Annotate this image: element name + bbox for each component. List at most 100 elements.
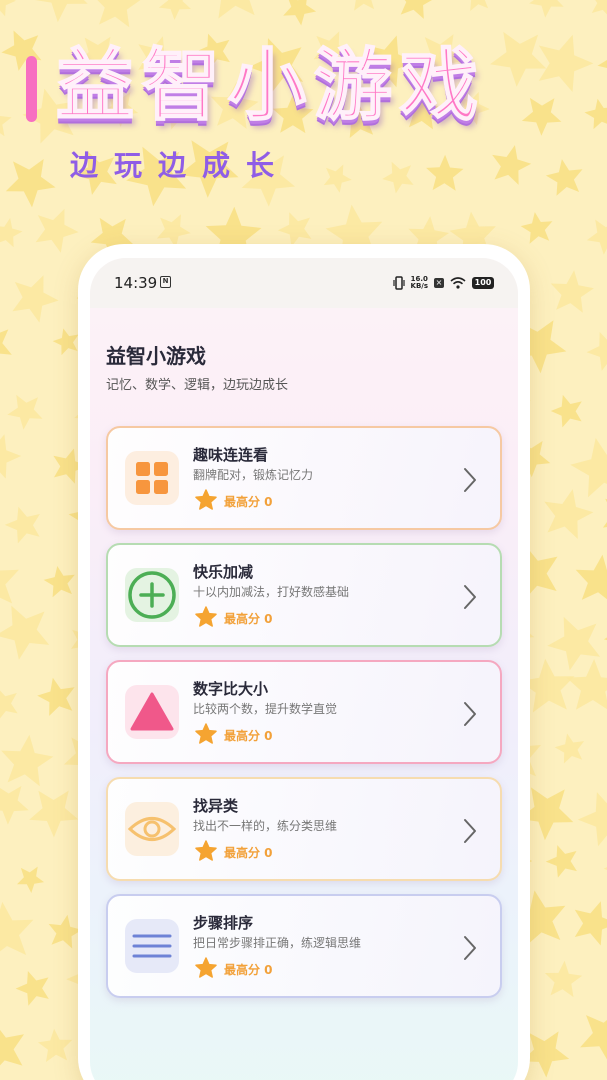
game-description: 把日常步骤排正确，练逻辑思维 [193,936,362,950]
background-star [426,154,464,191]
background-star [0,329,12,355]
game-title: 快乐加减 [193,563,254,581]
game-card[interactable]: 数字比大小 比较两个数，提升数学直觉 最高分 0 [106,660,502,764]
banner-subtitle: 边玩边成长 [70,149,291,182]
chevron-right-icon [464,936,476,960]
background-star [400,0,433,19]
background-star [323,164,352,193]
star-icon [195,840,217,861]
background-star [277,212,312,247]
background-star [156,214,191,249]
high-score: 最高分 0 [224,846,273,860]
background-star [470,0,489,11]
game-card[interactable]: 找异类 找出不一样的，练分类思维 最高分 0 [106,777,502,881]
vibrate-icon [392,276,405,290]
chevron-right-icon [464,468,476,492]
background-star [580,1015,607,1060]
background-star [566,659,607,710]
background-star [218,0,255,19]
background-star [35,208,79,253]
page-title: 益智小游戏 [106,344,206,368]
game-title: 趣味连连看 [193,446,269,464]
background-star [554,733,585,764]
background-star [0,569,19,604]
background-star [521,97,562,136]
battery-icon: 100 [472,277,494,289]
background-star [529,0,564,18]
background-star [4,506,40,544]
background-star [17,866,44,893]
background-star [586,219,607,255]
background-star [1,734,54,787]
star-icon [195,723,217,744]
background-star [7,394,43,430]
status-bar: 14:39 N 16.0 KB/s × 100 [90,258,518,308]
eye-icon [127,817,177,841]
wifi-icon [450,277,466,289]
background-star [97,0,141,28]
background-star [15,971,49,1006]
game-description: 翻牌配对，锻炼记忆力 [193,468,314,482]
game-title: 步骤排序 [193,914,254,932]
grid-icon [136,462,168,494]
background-star [577,792,607,847]
background-star [0,690,18,719]
background-star [38,1028,73,1062]
background-star [492,145,532,185]
game-icon-box [125,685,179,739]
background-star [591,0,607,15]
network-speed-unit: KB/s [410,282,428,290]
background-star [0,901,34,955]
game-title: 数字比大小 [193,680,269,698]
background-star [52,328,79,356]
background-star [283,0,317,26]
background-star [545,845,577,878]
banner-title: 益智小游戏 [55,40,487,132]
plus-circle-icon [128,571,176,619]
background-star [43,566,75,598]
background-star [544,960,583,998]
game-card[interactable]: 趣味连连看 翻牌配对，锻炼记忆力 最高分 0 [106,426,502,530]
game-description: 找出不一样的，练分类思维 [193,819,338,833]
game-icon-box [125,568,179,622]
background-star [0,1029,24,1066]
background-star [37,677,75,716]
status-time: 14:39 [114,274,158,292]
phone-screen: 14:39 N 16.0 KB/s × 100 益智小游戏 记忆、数学、逻辑，边… [90,258,518,1080]
chevron-right-icon [464,702,476,726]
background-star [602,498,607,528]
background-star [34,0,88,23]
background-star [0,218,23,248]
background-star [0,605,50,660]
chevron-right-icon [464,585,476,609]
background-star [574,901,607,946]
page-subtitle: 记忆、数学、逻辑，边玩边成长 [106,378,289,393]
high-score: 最高分 0 [224,963,273,977]
game-card[interactable]: 快乐加减 十以内加减法，打好数感基础 最高分 0 [106,543,502,647]
sim-icon: N [160,276,171,288]
game-description: 比较两个数，提升数学直觉 [193,702,338,716]
background-star [0,116,12,137]
high-score: 最高分 0 [224,729,273,743]
chevron-right-icon [464,819,476,843]
background-star [0,0,16,17]
background-star [570,438,607,498]
background-star [597,59,607,69]
background-star [490,31,547,87]
background-star [0,786,29,825]
game-icon-box [125,919,179,973]
background-star [586,332,607,371]
game-card[interactable]: 步骤排序 把日常步骤排正确，练逻辑思维 最高分 0 [106,894,502,998]
background-star [550,270,594,313]
game-description: 十以内加减法，打好数感基础 [193,585,350,599]
no-signal-icon: × [434,278,444,288]
background-star [354,0,375,11]
background-star [575,554,607,600]
background-star [29,790,79,838]
game-icon-box [125,451,179,505]
background-star [159,0,191,20]
banner-accent-bar [26,56,37,122]
high-score: 最高分 0 [224,495,273,509]
background-star [584,98,607,130]
star-icon [195,957,217,978]
